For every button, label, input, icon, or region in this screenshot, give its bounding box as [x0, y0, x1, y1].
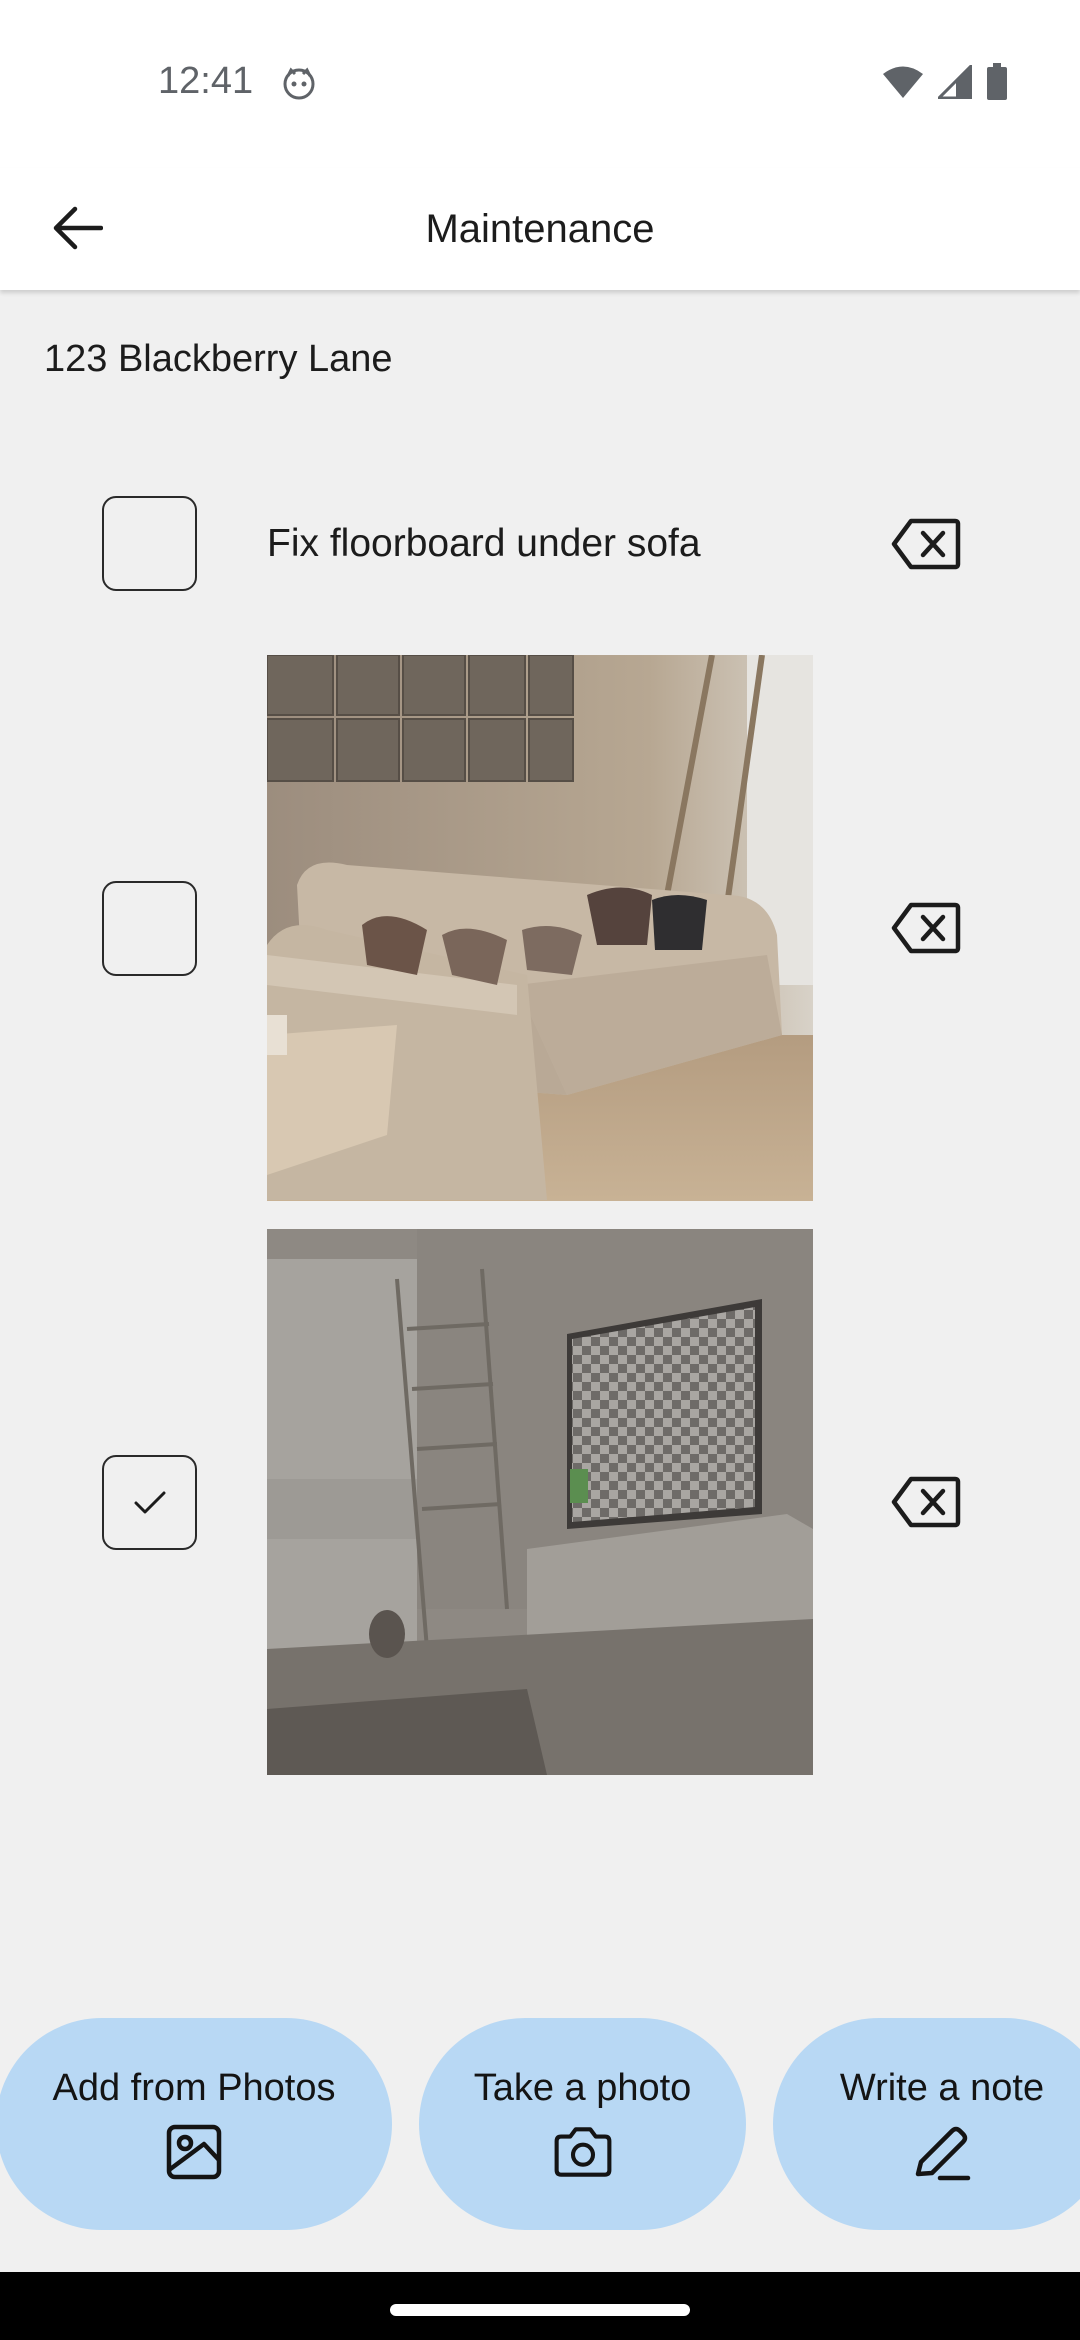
- add-from-photos-label: Add from Photos: [52, 2066, 336, 2109]
- page-title: Maintenance: [425, 206, 655, 251]
- status-icons: [882, 62, 1008, 102]
- take-a-photo-button[interactable]: Take a photo: [419, 2018, 746, 2230]
- backspace-delete-icon: [891, 518, 961, 570]
- delete-button[interactable]: [888, 1472, 964, 1532]
- sofa-photo-image: [267, 655, 813, 1201]
- wifi-icon: [883, 66, 923, 98]
- item-checkbox[interactable]: [102, 881, 197, 976]
- checkmark-icon: [134, 1491, 165, 1513]
- back-button[interactable]: [40, 190, 116, 266]
- cat-face-icon: [283, 67, 315, 100]
- photo-thumbnail[interactable]: [267, 1229, 813, 1775]
- delete-button[interactable]: [888, 898, 964, 958]
- backspace-delete-icon: [891, 1476, 961, 1528]
- property-address: 123 Blackberry Lane: [44, 338, 393, 380]
- battery-icon: [987, 63, 1007, 100]
- app-bar: Maintenance: [0, 168, 1080, 290]
- arrow-left-icon: [53, 206, 103, 250]
- take-a-photo-label: Take a photo: [473, 2066, 692, 2109]
- status-bar: 12:41: [0, 0, 1080, 168]
- note-text: Fix floorboard under sofa: [267, 522, 701, 565]
- pencil-icon: [915, 2126, 971, 2180]
- status-time: 12:41: [158, 60, 254, 102]
- item-checkbox[interactable]: [102, 1455, 197, 1550]
- item-checkbox[interactable]: [102, 496, 197, 591]
- delete-button[interactable]: [888, 514, 964, 574]
- tv-stand-photo-image: [267, 1229, 813, 1775]
- cellular-signal-icon: [938, 65, 972, 99]
- camera-icon: [554, 2126, 611, 2177]
- bottom-actions: Add from Photos Take a photo Write a not…: [0, 2018, 1080, 2230]
- backspace-delete-icon: [891, 902, 961, 954]
- write-a-note-label: Write a note: [839, 2066, 1045, 2109]
- system-nav-bar: [0, 2272, 1080, 2340]
- image-icon: [166, 2124, 222, 2179]
- photo-thumbnail[interactable]: [267, 655, 813, 1201]
- write-a-note-button[interactable]: Write a note: [773, 2018, 1080, 2230]
- add-from-photos-button[interactable]: Add from Photos: [0, 2018, 392, 2230]
- home-gesture-handle[interactable]: [390, 2304, 690, 2316]
